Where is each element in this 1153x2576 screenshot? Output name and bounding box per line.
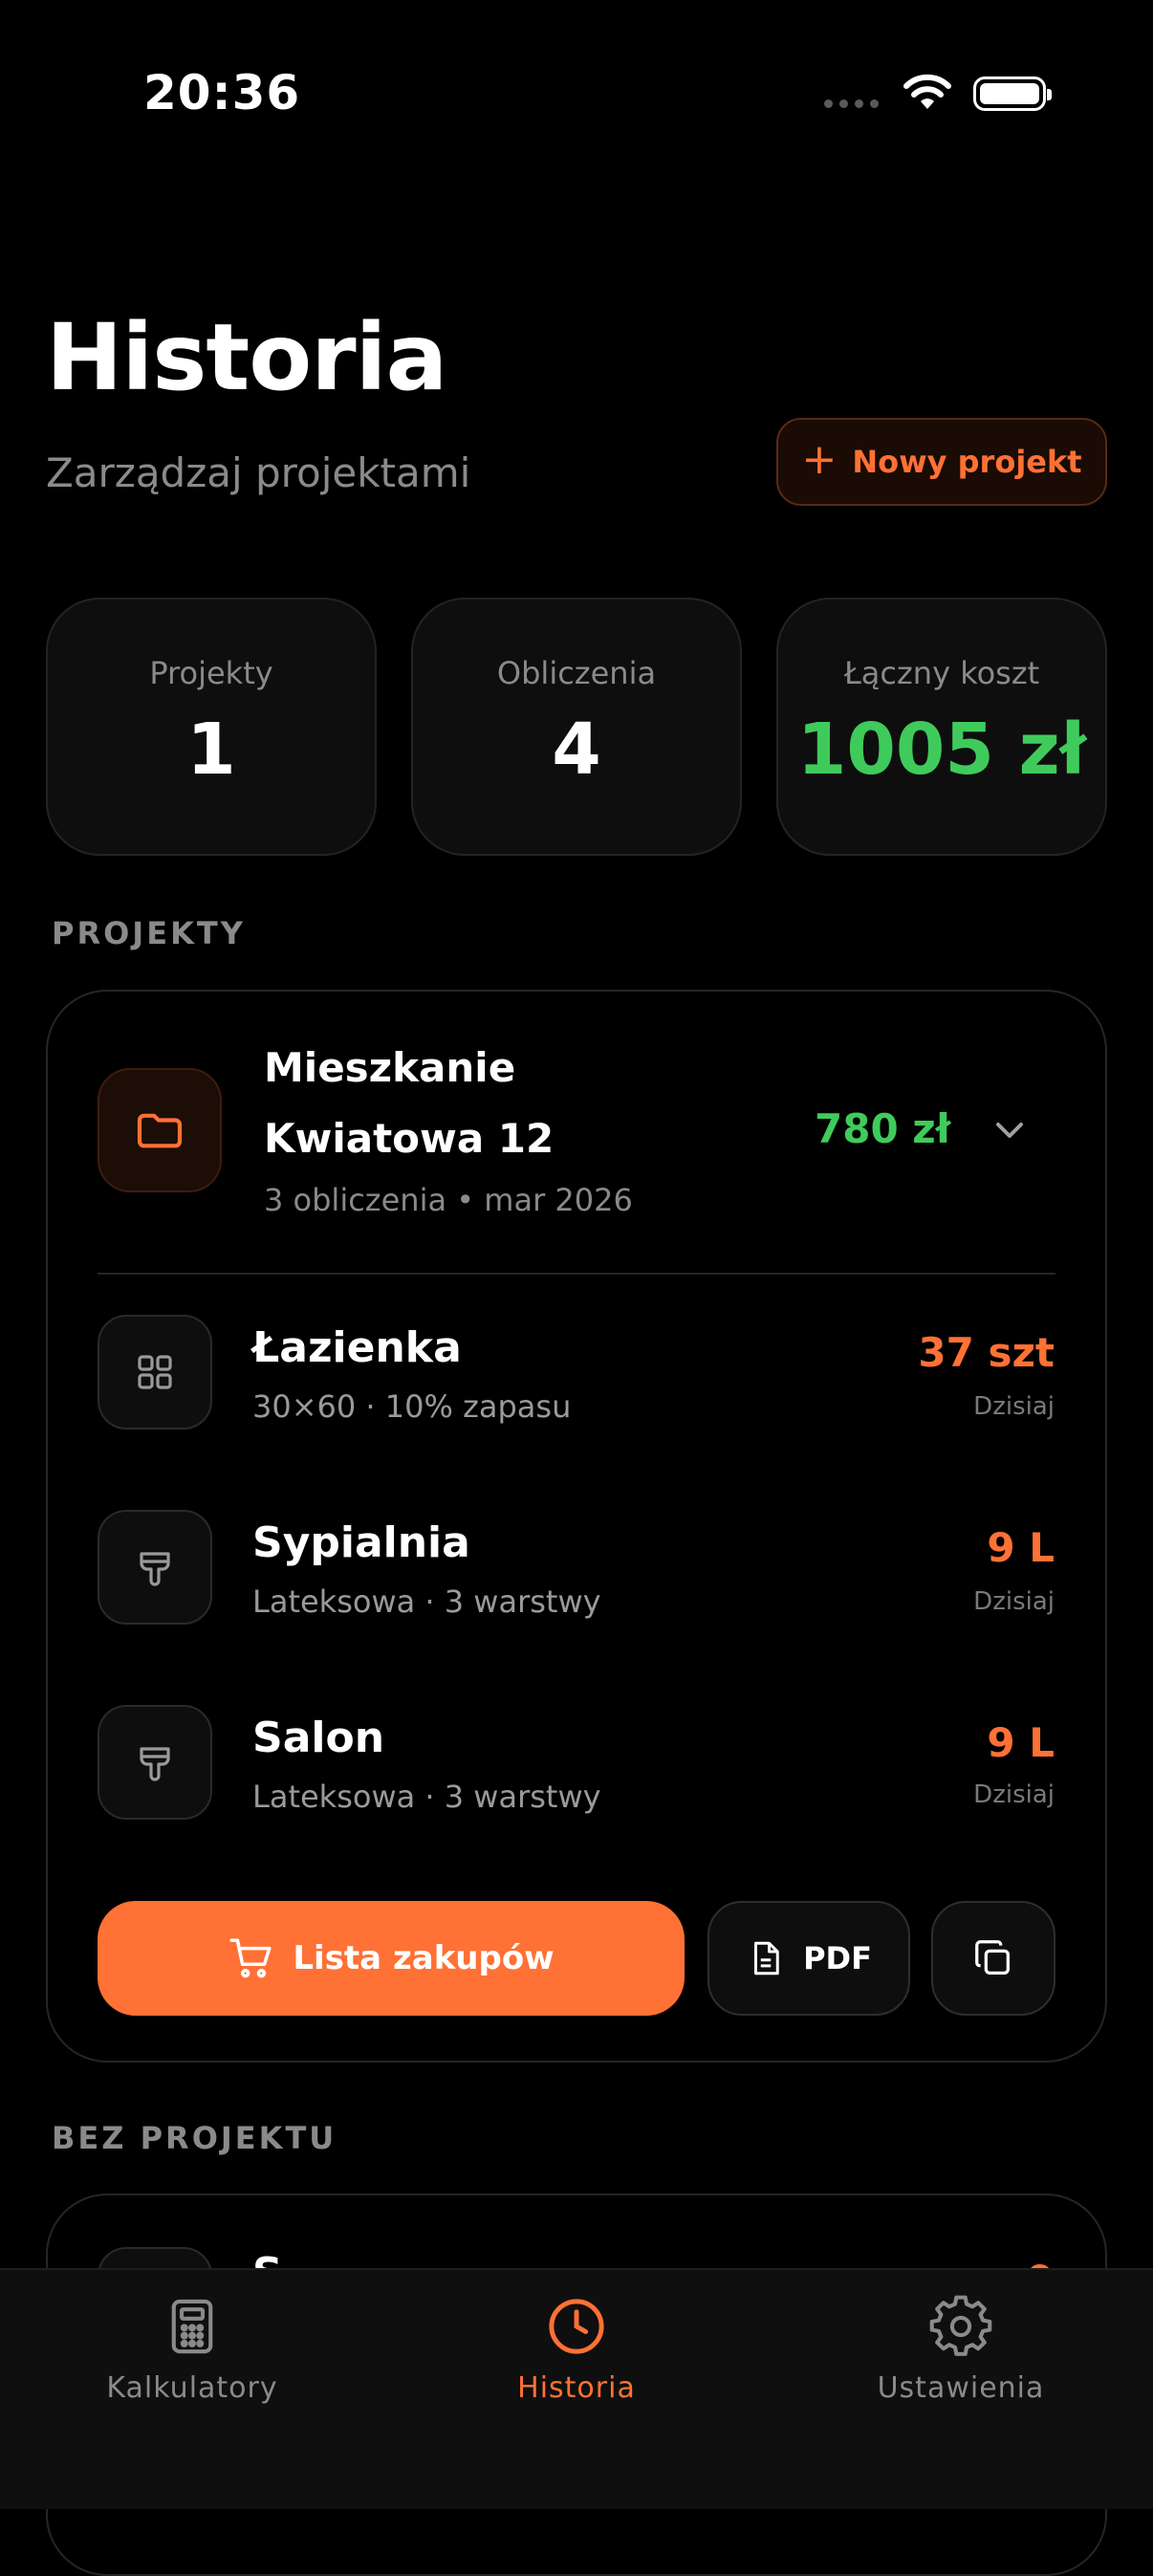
calc-title[interactable]: Łazienka (252, 1323, 462, 1372)
stat-card-calculations: Obliczenia 4 (411, 598, 742, 856)
tiles-grid-icon (98, 1315, 212, 1430)
calc-date: Dzisiaj (973, 1587, 1055, 1616)
stat-card-projects: Projekty 1 (46, 598, 377, 856)
stat-label: Łączny koszt (843, 655, 1040, 691)
shopping-list-button[interactable]: Lista zakupów (98, 1901, 685, 2016)
status-time: 20:36 (143, 65, 301, 120)
calc-subtitle: Lateksowa · 3 warstwy (252, 1779, 601, 1815)
plus-icon: + (801, 435, 838, 484)
tab-label: Kalkulatory (106, 2371, 278, 2405)
calc-quantity: 37 szt (918, 1329, 1055, 1376)
calc-subtitle: 30×60 · 10% zapasu (252, 1388, 572, 1425)
section-label-projects: PROJEKTY (52, 915, 246, 951)
stat-value: 1005 zł (796, 709, 1087, 791)
tab-history[interactable]: Historia (433, 2295, 720, 2405)
pdf-label: PDF (803, 1940, 872, 1976)
wifi-icon (903, 74, 951, 109)
tab-label: Ustawienia (877, 2371, 1045, 2405)
calc-title[interactable]: Sypialnia (252, 1518, 470, 1567)
folder-icon (98, 1068, 222, 1192)
tab-settings[interactable]: Ustawienia (817, 2295, 1104, 2405)
section-label-no-project: BEZ PROJEKTU (52, 2120, 337, 2156)
new-project-button[interactable]: + Nowy projekt (776, 418, 1107, 506)
calc-title[interactable]: Salon (252, 1714, 384, 1762)
clock-icon (549, 2299, 604, 2354)
pdf-button[interactable]: PDF (707, 1901, 910, 2016)
project-meta: 3 obliczenia • mar 2026 (264, 1182, 633, 1218)
project-name-line1: Mieszkanie (264, 1044, 516, 1091)
cellular-signal-icon (824, 99, 879, 108)
battery-icon (973, 76, 1052, 111)
calc-quantity: 9 L (987, 1524, 1055, 1571)
paint-roller-icon (98, 1510, 212, 1625)
cart-icon (229, 1938, 272, 1978)
stat-value: 1 (186, 709, 236, 791)
shopping-list-label: Lista zakupów (293, 1939, 555, 1977)
new-project-label: Nowy projekt (852, 444, 1082, 480)
calc-quantity: 9 L (987, 1719, 1055, 1766)
page-subtitle: Zarządzaj projektami (46, 449, 471, 496)
copy-icon (975, 1940, 1010, 1975)
calc-subtitle: Lateksowa · 3 warstwy (252, 1583, 601, 1620)
document-icon (754, 1941, 779, 1976)
page-title: Historia (46, 304, 447, 411)
stat-label: Projekty (149, 655, 273, 691)
project-name-line2: Kwiatowa 12 (264, 1115, 555, 1162)
tab-label: Historia (517, 2371, 636, 2405)
chevron-down-icon[interactable] (992, 1117, 1027, 1144)
duplicate-button[interactable] (931, 1901, 1055, 2016)
stat-label: Obliczenia (496, 655, 657, 691)
calc-date: Dzisiaj (973, 1392, 1055, 1421)
project-cost: 780 zł (815, 1105, 951, 1152)
divider (98, 1273, 1055, 1275)
gear-icon (929, 2295, 992, 2356)
calc-date: Dzisiaj (973, 1780, 1055, 1809)
stat-value: 4 (552, 709, 601, 791)
calculator-icon (171, 2299, 213, 2354)
stat-card-total-cost: Łączny koszt 1005 zł (776, 598, 1107, 856)
paint-roller-icon (98, 1705, 212, 1820)
tab-calculators[interactable]: Kalkulatory (49, 2295, 336, 2405)
